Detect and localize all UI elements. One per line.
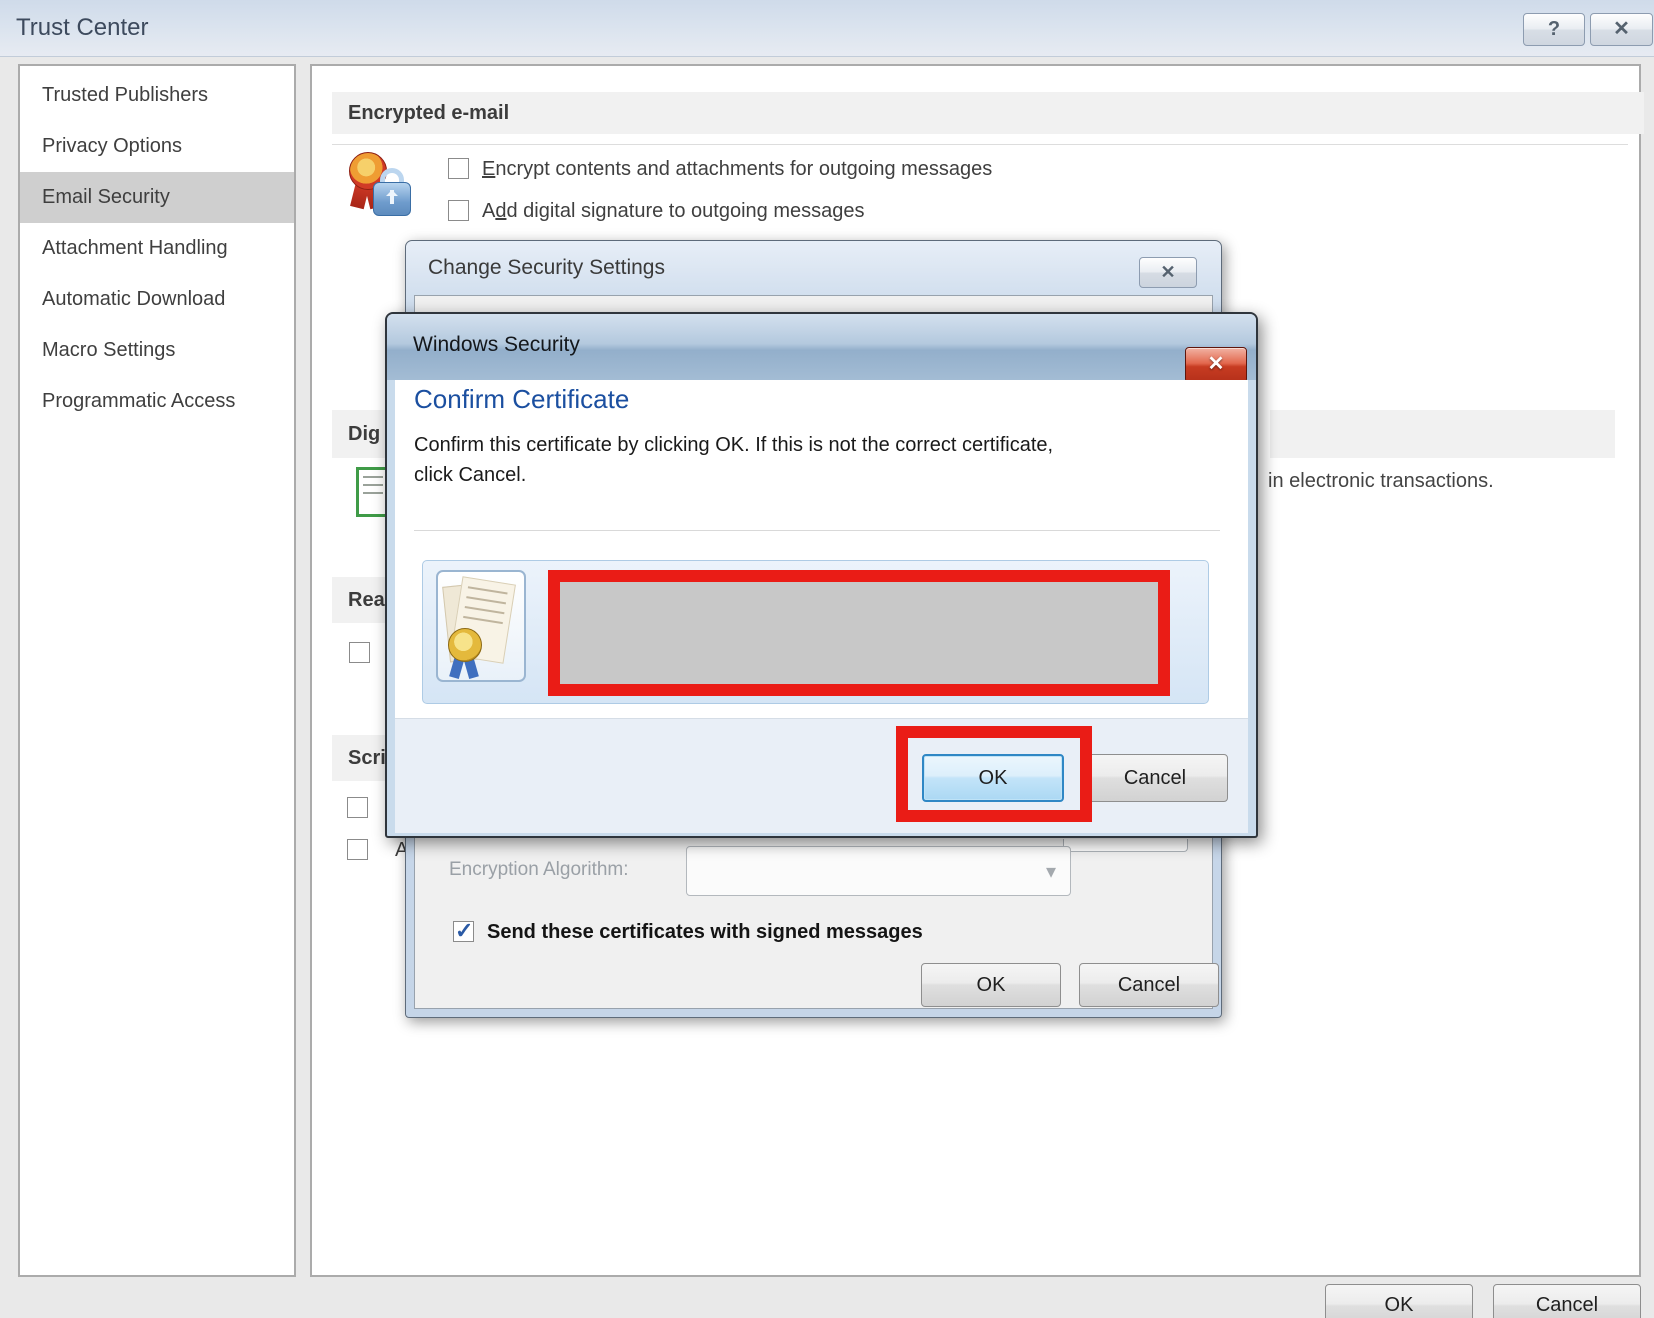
help-icon: ? (1548, 18, 1560, 40)
trust-center-cancel-button[interactable]: Cancel (1493, 1284, 1641, 1318)
dialog-title: Change Security Settings (428, 256, 665, 280)
encryption-algorithm-select[interactable]: ▾ (686, 846, 1071, 896)
annotation-highlight-ok-button (896, 726, 1092, 822)
close-icon: ✕ (1613, 18, 1630, 40)
encrypted-email-icon (347, 152, 417, 224)
add-signature-label: Add digital signature to outgoing messag… (482, 200, 864, 222)
allow-script-shared-checkbox[interactable] (347, 797, 368, 818)
chevron-down-icon: ▾ (1046, 859, 1056, 884)
windows-security-cancel-button[interactable]: Cancel (1082, 754, 1228, 802)
trust-center-window: Trust Center ? ✕ Trusted Publishers Priv… (0, 0, 1654, 1318)
titlebar: Trust Center ? ✕ (0, 0, 1654, 57)
close-icon: ✕ (1160, 262, 1175, 282)
change-security-close-button[interactable]: ✕ (1139, 257, 1197, 288)
digital-ids-description-fragment: in electronic transactions. (1268, 470, 1494, 493)
add-signature-checkbox[interactable] (448, 200, 469, 221)
allow-script-public-checkbox[interactable] (347, 839, 368, 860)
encrypt-contents-label: Encrypt contents and attachments for out… (482, 158, 992, 180)
change-security-ok-button[interactable]: OK (921, 963, 1061, 1007)
sidebar-item-macro-settings[interactable]: Macro Settings (20, 325, 294, 376)
check-icon: ✓ (455, 918, 473, 944)
window-title: Trust Center (16, 14, 148, 42)
send-certificates-label: Send these certificates with signed mess… (487, 921, 923, 943)
sidebar-item-email-security[interactable]: Email Security (20, 172, 294, 223)
sidebar-item-privacy-options[interactable]: Privacy Options (20, 121, 294, 172)
annotation-redacted-certificate-name (548, 570, 1170, 696)
sidebar-item-trusted-publishers[interactable]: Trusted Publishers (20, 70, 294, 121)
windows-security-titlebar: Windows Security (387, 314, 1256, 380)
close-button[interactable]: ✕ (1590, 13, 1653, 46)
section-header-digital-ids-right (1270, 410, 1615, 458)
confirm-certificate-heading: Confirm Certificate (414, 384, 629, 415)
divider (414, 530, 1220, 531)
help-button[interactable]: ? (1523, 13, 1585, 46)
read-plain-text-checkbox[interactable] (349, 642, 370, 663)
sidebar-item-automatic-download[interactable]: Automatic Download (20, 274, 294, 325)
sidebar: Trusted Publishers Privacy Options Email… (18, 64, 296, 1277)
encryption-algorithm-label: Encryption Algorithm: (449, 859, 629, 881)
certificate-icon (436, 570, 526, 682)
choose-button-fragment[interactable] (1063, 839, 1188, 852)
dialog-title: Windows Security (413, 333, 580, 357)
seal-icon (448, 628, 482, 662)
section-divider (332, 144, 1628, 145)
sidebar-item-programmatic-access[interactable]: Programmatic Access (20, 376, 294, 427)
trust-center-ok-button[interactable]: OK (1325, 1284, 1473, 1318)
encrypt-contents-checkbox[interactable] (448, 158, 469, 179)
close-icon: ✕ (1208, 353, 1225, 375)
sidebar-item-attachment-handling[interactable]: Attachment Handling (20, 223, 294, 274)
windows-security-close-button[interactable]: ✕ (1185, 347, 1247, 383)
change-security-cancel-button[interactable]: Cancel (1079, 963, 1219, 1007)
confirm-certificate-text-line2: click Cancel. (414, 464, 526, 487)
send-certificates-checkbox[interactable]: ✓ (453, 921, 474, 942)
section-header-encrypted-email: Encrypted e-mail (332, 92, 1644, 134)
confirm-certificate-text-line1: Confirm this certificate by clicking OK.… (414, 434, 1053, 457)
